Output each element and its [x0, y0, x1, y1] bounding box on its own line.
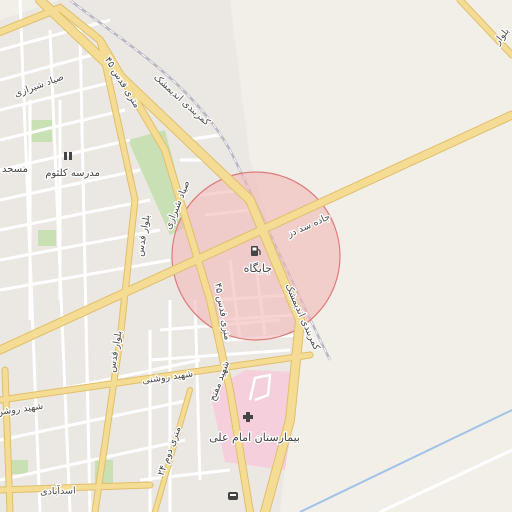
- secondary-road: [379, 448, 512, 512]
- map-canvas[interactable]: مدرسه کلثوم مسجد جایگاه بیمارستان امام ع…: [0, 0, 512, 512]
- label-mosque: مسجد: [2, 164, 28, 175]
- water-channel: [299, 409, 512, 512]
- label-road-top-right: بلوار: [492, 26, 512, 48]
- park-area: [38, 230, 56, 246]
- bus-icon[interactable]: [228, 492, 238, 500]
- label-hospital: بیمارستان امام علی: [209, 431, 300, 444]
- label-road-asadabadi: اسدآبادی: [40, 483, 76, 497]
- park-area: [10, 460, 28, 474]
- label-school: مدرسه کلثوم: [45, 168, 100, 179]
- map-view[interactable]: مدرسه کلثوم مسجد جایگاه بیمارستان امام ع…: [0, 0, 512, 512]
- label-fuel-station: جایگاه: [244, 262, 272, 275]
